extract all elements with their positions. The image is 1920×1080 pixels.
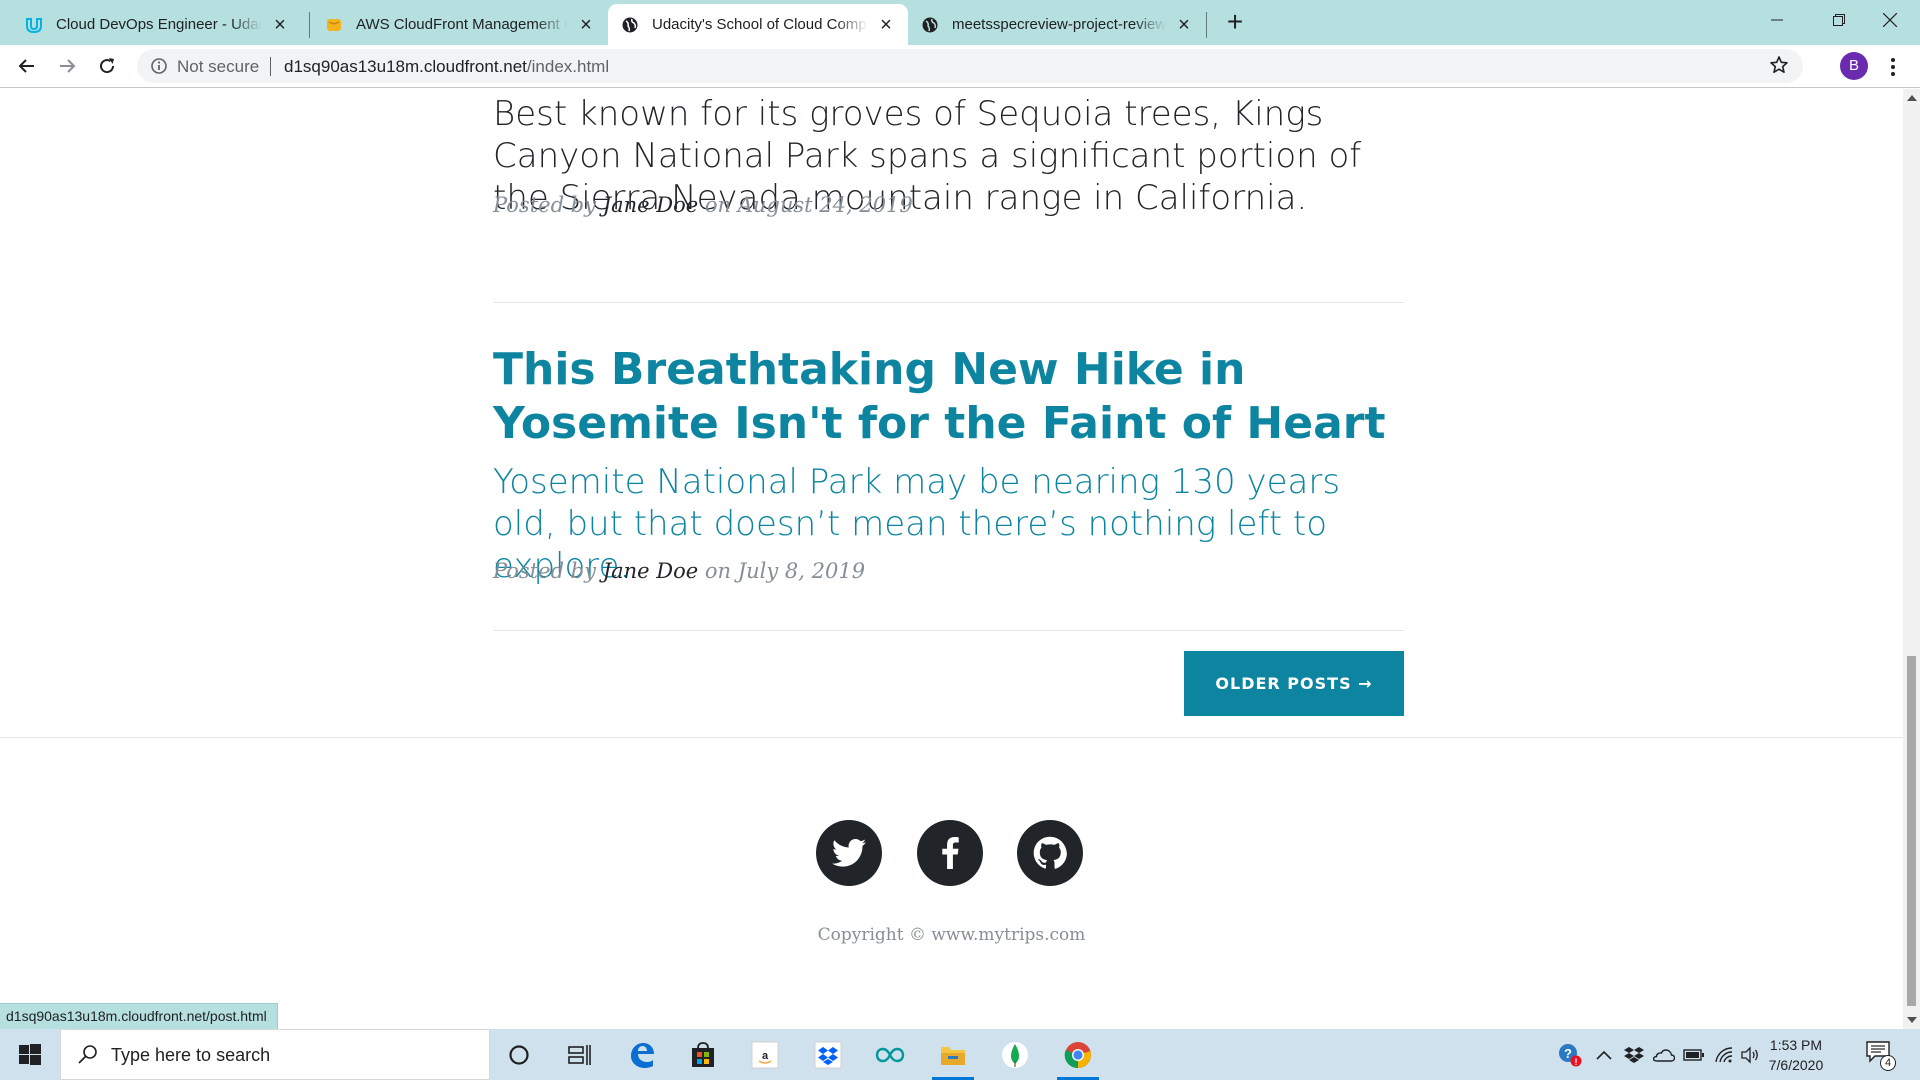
minimize-icon[interactable] bbox=[1746, 0, 1808, 40]
post-date: July 8, 2019 bbox=[737, 559, 866, 583]
facebook-icon[interactable] bbox=[917, 820, 983, 886]
arduino-icon[interactable] bbox=[865, 1029, 915, 1080]
post-divider bbox=[493, 302, 1404, 303]
page-viewport: Best known for its groves of Sequoia tre… bbox=[0, 89, 1903, 1029]
reload-icon[interactable] bbox=[92, 51, 122, 81]
browser-toolbar: Not secure d1sq90as13u18m.cloudfront.net… bbox=[0, 45, 1920, 88]
battery-icon[interactable] bbox=[1682, 1043, 1706, 1067]
tab-title: AWS CloudFront Management Console bbox=[356, 16, 568, 33]
browser-menu-icon[interactable] bbox=[1883, 54, 1903, 80]
url-text[interactable]: d1sq90as13u18m.cloudfront.net/index.html bbox=[284, 57, 609, 77]
chrome-icon[interactable] bbox=[1053, 1029, 1103, 1080]
post-author-link[interactable]: Jane Doe bbox=[603, 559, 698, 583]
tab-close-icon[interactable]: × bbox=[270, 15, 290, 35]
windows-start-icon[interactable] bbox=[0, 1029, 60, 1080]
scroll-down-arrow-icon[interactable] bbox=[1907, 1017, 1917, 1023]
action-center-icon[interactable]: 4 bbox=[1866, 1041, 1896, 1071]
tab-close-icon[interactable]: × bbox=[1174, 15, 1194, 35]
meta-middle: on bbox=[704, 559, 732, 583]
mongodb-icon[interactable] bbox=[990, 1029, 1040, 1080]
onedrive-icon[interactable] bbox=[1652, 1043, 1676, 1067]
tab-title: Cloud DevOps Engineer - Udacity bbox=[56, 16, 262, 33]
info-icon[interactable] bbox=[150, 57, 168, 80]
amazon-icon[interactable]: a bbox=[740, 1029, 790, 1080]
search-placeholder: Type here to search bbox=[111, 1045, 271, 1065]
tab-separator bbox=[1206, 12, 1207, 38]
tab-udacity-school[interactable]: Udacity's School of Cloud Computing × bbox=[608, 4, 908, 45]
tab-meetsspec[interactable]: meetsspecreview-project-review × bbox=[908, 4, 1206, 45]
globe-icon bbox=[620, 15, 640, 35]
tab-separator bbox=[309, 12, 310, 38]
status-bar-url: d1sq90as13u18m.cloudfront.net/post.html bbox=[0, 1003, 278, 1029]
url-host: d1sq90as13u18m.cloudfront.net bbox=[284, 57, 527, 76]
tab-close-icon[interactable]: × bbox=[576, 15, 596, 35]
tab-udacity-devops[interactable]: Cloud DevOps Engineer - Udacity × bbox=[12, 4, 302, 45]
tab-aws-cloudfront[interactable]: AWS CloudFront Management Console × bbox=[312, 4, 608, 45]
post-meta: Posted by Jane Doe on August 24, 2019 bbox=[493, 193, 913, 217]
post-author-link[interactable]: Jane Doe bbox=[603, 193, 698, 217]
meta-prefix: Posted by bbox=[493, 559, 596, 583]
bookmark-star-icon[interactable] bbox=[1769, 55, 1789, 80]
aws-icon bbox=[324, 15, 344, 35]
close-window-icon[interactable] bbox=[1860, 0, 1920, 40]
search-icon bbox=[77, 1044, 99, 1071]
taskbar-search-box[interactable]: Type here to search bbox=[60, 1029, 490, 1080]
taskbar-clock[interactable]: 1:53 PM 7/6/2020 bbox=[1756, 1035, 1836, 1075]
meta-middle: on bbox=[704, 193, 732, 217]
post-title[interactable]: This Breathtaking New Hike in Yosemite I… bbox=[493, 343, 1413, 451]
svg-text:!: ! bbox=[1575, 1057, 1578, 1067]
chevron-up-icon[interactable] bbox=[1592, 1043, 1616, 1067]
dropbox-icon[interactable] bbox=[803, 1029, 853, 1080]
tab-title: meetsspecreview-project-review bbox=[952, 16, 1166, 33]
windows-taskbar: Type here to search a ?! 1:53 PM 7/6/202… bbox=[0, 1029, 1920, 1080]
udacity-icon bbox=[24, 15, 44, 35]
post-date: August 24, 2019 bbox=[737, 193, 913, 217]
clock-date: 7/6/2020 bbox=[1768, 1057, 1824, 1073]
svg-text:?: ? bbox=[1564, 1046, 1572, 1061]
back-arrow-icon[interactable] bbox=[12, 51, 42, 81]
forward-arrow-icon[interactable] bbox=[52, 51, 82, 81]
notification-count-badge: 4 bbox=[1880, 1055, 1896, 1071]
new-tab-plus-icon[interactable]: + bbox=[1221, 8, 1249, 37]
copyright-text: Copyright © www.mytrips.com bbox=[817, 925, 1086, 945]
store-icon[interactable] bbox=[678, 1029, 728, 1080]
address-bar[interactable]: Not secure d1sq90as13u18m.cloudfront.net… bbox=[137, 49, 1803, 83]
edge-icon[interactable] bbox=[617, 1029, 667, 1080]
tab-title: Udacity's School of Cloud Computing bbox=[652, 16, 868, 33]
older-posts-button[interactable]: OLDER POSTS → bbox=[1184, 651, 1404, 716]
profile-avatar[interactable]: B bbox=[1840, 52, 1868, 80]
help-alert-icon[interactable]: ?! bbox=[1558, 1043, 1582, 1067]
file-explorer-icon[interactable] bbox=[928, 1029, 978, 1080]
dropbox-tray-icon[interactable] bbox=[1622, 1043, 1646, 1067]
meta-prefix: Posted by bbox=[493, 193, 596, 217]
cortana-icon[interactable] bbox=[494, 1029, 544, 1080]
browser-tab-strip: Cloud DevOps Engineer - Udacity × AWS Cl… bbox=[0, 0, 1920, 45]
omnibox-divider bbox=[270, 57, 271, 76]
post-divider bbox=[493, 630, 1404, 631]
globe-icon bbox=[920, 15, 940, 35]
footer-divider bbox=[0, 737, 1903, 738]
clock-time: 1:53 PM bbox=[1769, 1037, 1823, 1053]
post-meta: Posted by Jane Doe on July 8, 2019 bbox=[493, 559, 865, 583]
twitter-icon[interactable] bbox=[816, 820, 882, 886]
task-view-icon[interactable] bbox=[555, 1029, 605, 1080]
github-icon[interactable] bbox=[1017, 820, 1083, 886]
tab-close-icon[interactable]: × bbox=[876, 15, 896, 35]
url-path: /index.html bbox=[526, 57, 610, 76]
scrollbar-thumb[interactable] bbox=[1907, 656, 1916, 1006]
svg-text:a: a bbox=[762, 1050, 769, 1062]
security-label[interactable]: Not secure bbox=[177, 57, 259, 77]
wifi-icon[interactable] bbox=[1712, 1043, 1736, 1067]
scroll-up-arrow-icon[interactable] bbox=[1907, 95, 1917, 101]
vertical-scrollbar[interactable] bbox=[1903, 89, 1920, 1029]
